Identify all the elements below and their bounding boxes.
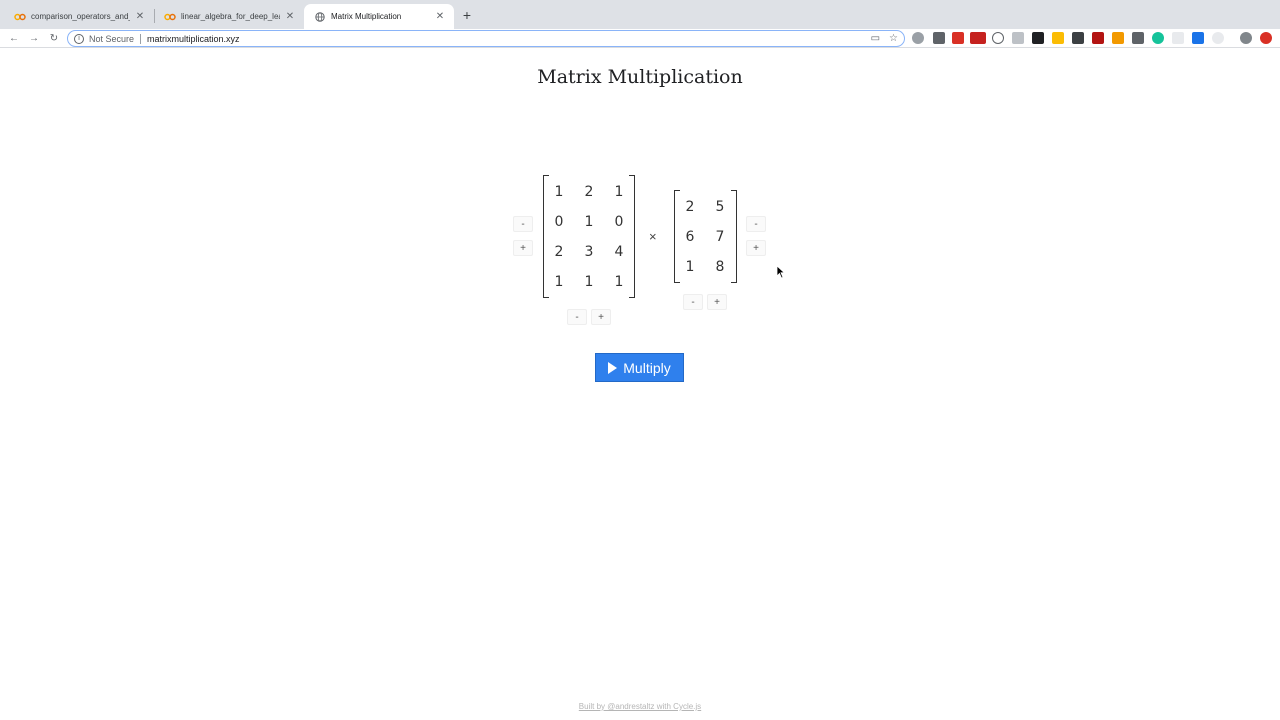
matrix-a-cell[interactable]: 1 [574, 267, 604, 297]
colab-icon [164, 11, 176, 23]
extension-icon[interactable] [1012, 32, 1024, 44]
avatar[interactable] [1240, 32, 1252, 44]
tab-title: Matrix Multiplication [331, 12, 402, 21]
colab-icon [14, 11, 26, 23]
footer-credit-link[interactable]: Built by @andrestaltz with Cycle.js [0, 702, 1280, 711]
tab-comparison-operators[interactable]: comparison_operators_and_bo ✕ [4, 4, 154, 29]
matrix-a-cell[interactable]: 2 [574, 177, 604, 207]
matrix-a-add-column-button[interactable]: + [591, 309, 611, 325]
matrix-a-cell[interactable]: 1 [604, 267, 634, 297]
extension-icon[interactable] [912, 32, 924, 44]
new-tab-icon[interactable]: + [458, 6, 476, 24]
divider [140, 33, 142, 44]
matrix-a-cell[interactable]: 3 [574, 237, 604, 267]
close-icon[interactable]: ✕ [284, 11, 296, 23]
matrix-b-cell[interactable]: 8 [705, 252, 735, 282]
tab-linear-algebra[interactable]: linear_algebra_for_deep_learni ✕ [154, 4, 304, 29]
extension-icon[interactable] [1212, 32, 1224, 44]
matrix-b-remove-column-button[interactable]: - [683, 294, 703, 310]
forward-icon[interactable]: → [26, 30, 42, 46]
extension-icon[interactable] [1032, 32, 1044, 44]
bookmark-star-icon[interactable]: ☆ [889, 33, 898, 44]
extension-icon[interactable] [933, 32, 945, 44]
shield-icon[interactable] [1092, 32, 1104, 44]
matrix-a-remove-column-button[interactable]: - [567, 309, 587, 325]
matrix-a-cell[interactable]: 0 [544, 207, 574, 237]
matrix-b-remove-row-button[interactable]: - [746, 216, 766, 232]
matrix-b-add-column-button[interactable]: + [707, 294, 727, 310]
tab-matrix-multiplication[interactable]: Matrix Multiplication ✕ [304, 4, 454, 29]
grammarly-icon[interactable] [1152, 32, 1164, 44]
multiply-button[interactable]: Multiply [595, 353, 684, 382]
extension-icon[interactable] [1052, 32, 1064, 44]
matrix-a-cell[interactable]: 1 [604, 177, 634, 207]
matrix-b-cell[interactable]: 7 [705, 222, 735, 252]
extension-icon[interactable] [1132, 32, 1144, 44]
matrix-a-remove-row-button[interactable]: - [513, 216, 533, 232]
matrix-a-cell[interactable]: 2 [544, 237, 574, 267]
tab-title: linear_algebra_for_deep_learni [181, 12, 280, 21]
globe-icon [314, 11, 326, 23]
back-icon[interactable]: ← [6, 30, 22, 46]
close-icon[interactable]: ✕ [134, 11, 146, 23]
page-title: Matrix Multiplication [537, 66, 743, 88]
multiply-label: Multiply [623, 359, 671, 376]
info-icon[interactable]: i [74, 33, 84, 44]
extension-icon[interactable] [1072, 32, 1084, 44]
matrix-a-cell[interactable]: 1 [544, 267, 574, 297]
rss-icon[interactable] [1112, 32, 1124, 44]
browser-toolbar: ← → ↻ i Not Secure matrixmultiplication.… [0, 29, 1280, 48]
extension-icon[interactable] [1172, 32, 1184, 44]
matrix-b-add-row-button[interactable]: + [746, 240, 766, 256]
security-label: Not Secure [89, 33, 135, 44]
address-bar[interactable]: i Not Secure matrixmultiplication.xyz ▭ … [67, 30, 905, 47]
mouse-cursor-icon [776, 265, 786, 279]
play-icon [608, 361, 618, 374]
matrix-a-cell[interactable]: 1 [544, 177, 574, 207]
url-text: matrixmultiplication.xyz [147, 33, 240, 44]
matrix-b-cell[interactable]: 6 [675, 222, 705, 252]
matrix-b-cell[interactable]: 2 [675, 192, 705, 222]
update-icon[interactable] [1260, 32, 1272, 44]
cast-icon[interactable]: ▭ [871, 33, 880, 44]
matrix-b-cell[interactable]: 1 [675, 252, 705, 282]
tab-strip: comparison_operators_and_bo ✕ linear_alg… [0, 0, 1280, 29]
matrix-a-cell[interactable]: 1 [574, 207, 604, 237]
matrix-a-cell[interactable]: 0 [604, 207, 634, 237]
tab-title: comparison_operators_and_bo [31, 12, 130, 21]
matrix-a-add-row-button[interactable]: + [513, 240, 533, 256]
reload-icon[interactable]: ↻ [46, 30, 62, 46]
multiplication-sign: × [649, 229, 657, 244]
close-icon[interactable]: ✕ [434, 11, 446, 23]
matrix-a-cell[interactable]: 4 [604, 237, 634, 267]
matrix-b-cell[interactable]: 5 [705, 192, 735, 222]
extension-icon[interactable] [992, 32, 1004, 44]
gmail-icon[interactable] [952, 32, 964, 44]
extension-badge-icon[interactable] [970, 32, 986, 44]
extension-icon[interactable] [1192, 32, 1204, 44]
